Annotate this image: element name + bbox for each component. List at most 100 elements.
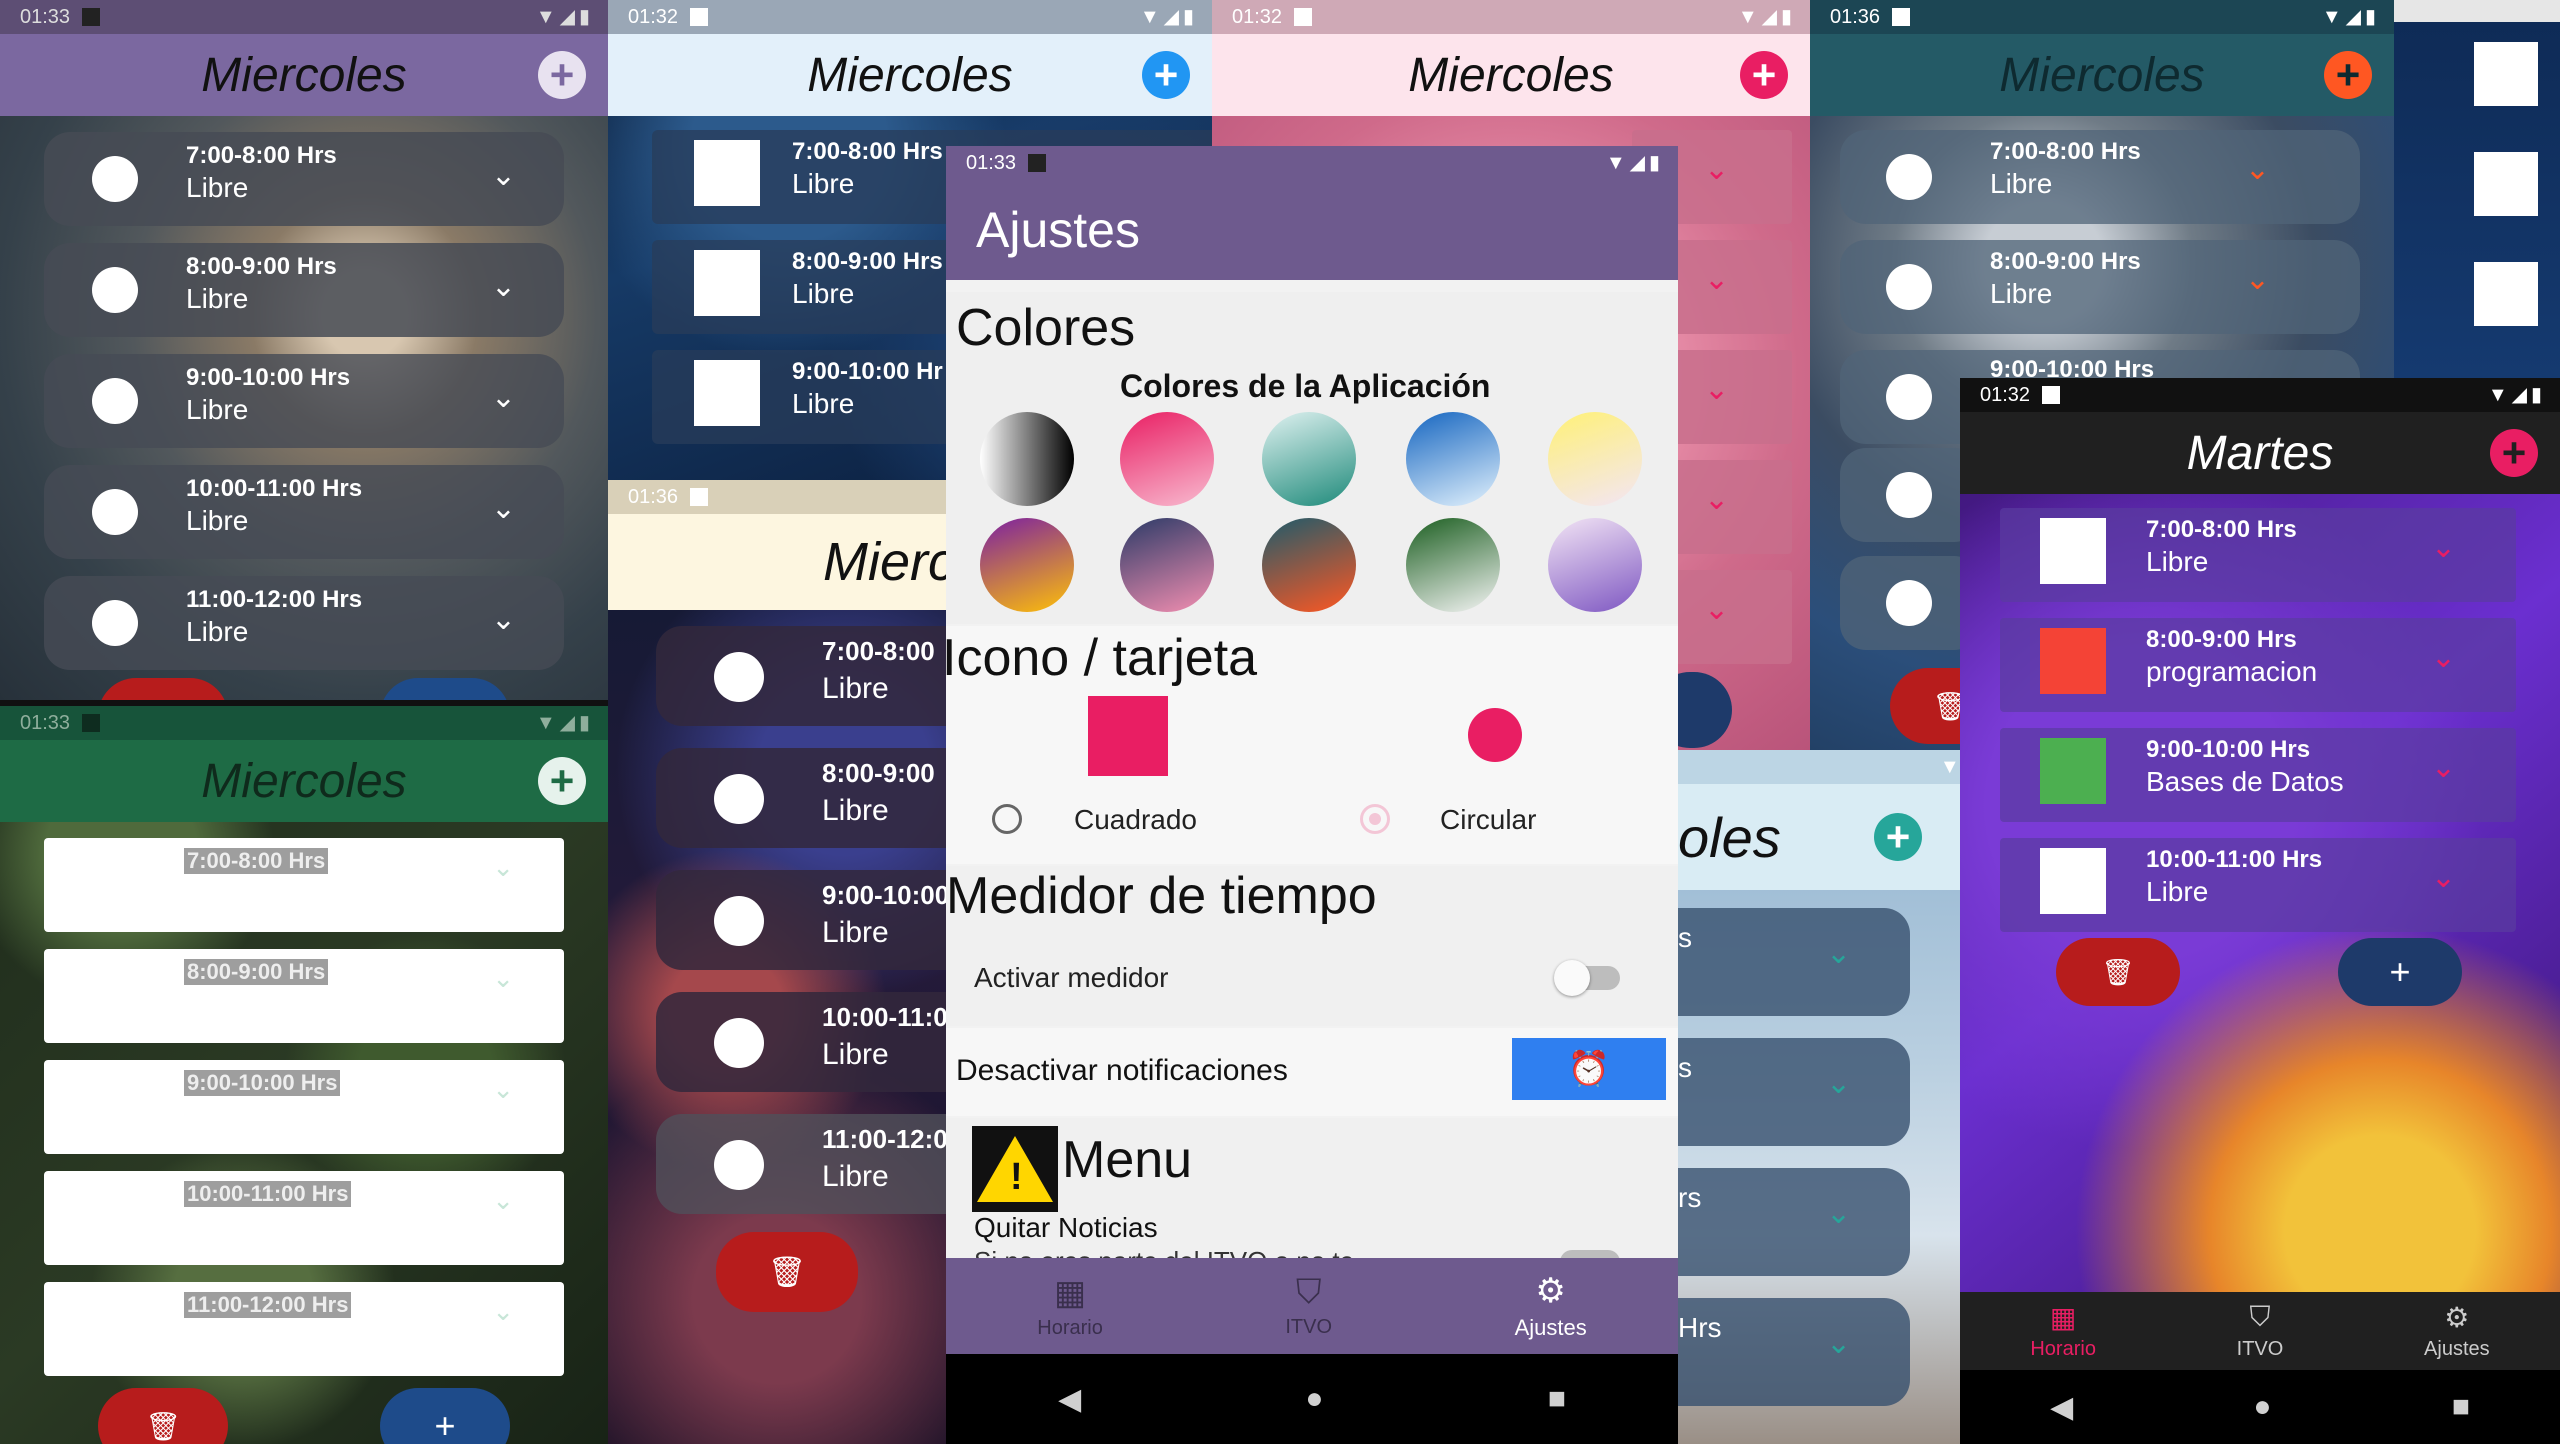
recents-icon[interactable]: ■: [1548, 1382, 1566, 1416]
schedule-card[interactable]: 8:00-9:00 Hrs Libre ⌄: [1840, 240, 2360, 334]
color-swatch-3[interactable]: [1262, 412, 1356, 506]
color-swatch-1[interactable]: [980, 412, 1074, 506]
schedule-card[interactable]: 7:00-8:00 Hrs ⌄: [44, 838, 564, 932]
nav-horario[interactable]: ▦ Horario: [1037, 1273, 1103, 1340]
color-swatch-2[interactable]: [1120, 412, 1214, 506]
check-circle[interactable]: [1886, 374, 1932, 420]
chevron-down-icon[interactable]: ⌄: [492, 852, 514, 883]
color-swatch-4[interactable]: [1406, 412, 1500, 506]
chevron-down-icon[interactable]: ⌄: [491, 380, 516, 415]
chevron-down-icon[interactable]: ⌄: [1826, 1066, 1851, 1101]
disable-notifications-button[interactable]: ⏰: [1512, 1038, 1666, 1100]
schedule-card[interactable]: 7:00-8:00 Hrs Libre ⌄: [44, 132, 564, 226]
chevron-down-icon[interactable]: ⌄: [1704, 152, 1729, 187]
color-swatch-5[interactable]: [1548, 412, 1642, 506]
schedule-card[interactable]: 11:00-12:00 Hrs ⌄: [44, 1282, 564, 1376]
check-circle[interactable]: [1886, 472, 1932, 518]
color-swatch-10[interactable]: [1548, 518, 1642, 612]
schedule-card[interactable]: 10:00-11:00 Hrs ⌄: [44, 1171, 564, 1265]
color-swatch-8[interactable]: [1262, 518, 1356, 612]
nav-itvo[interactable]: ⛉ ITVO: [1285, 1273, 1332, 1339]
recents-icon[interactable]: ■: [2452, 1390, 2470, 1424]
chevron-down-icon[interactable]: ⌄: [2431, 860, 2456, 895]
schedule-card[interactable]: rs ⌄: [1678, 1168, 1910, 1276]
check-square[interactable]: [2474, 42, 2538, 106]
delete-button[interactable]: 🗑: [716, 1232, 858, 1312]
delete-button[interactable]: [98, 678, 228, 700]
check-circle[interactable]: [1886, 154, 1932, 200]
chevron-down-icon[interactable]: ⌄: [2245, 262, 2270, 297]
chevron-down-icon[interactable]: ⌄: [492, 1296, 514, 1327]
delete-button[interactable]: 🗑: [2056, 938, 2180, 1006]
schedule-card[interactable]: 7:00-8:00 Hrs Libre ⌄: [2000, 508, 2516, 602]
schedule-card[interactable]: 8:00-9:00 Libre: [656, 748, 946, 848]
check-circle[interactable]: [1886, 580, 1932, 626]
schedule-card[interactable]: Hrs ⌄: [1678, 1298, 1910, 1406]
nav-ajustes[interactable]: ⚙ Ajustes: [1515, 1271, 1587, 1341]
chevron-down-icon[interactable]: ⌄: [2245, 152, 2270, 187]
chevron-down-icon[interactable]: ⌄: [1826, 936, 1851, 971]
schedule-card[interactable]: 8:00-9:00 Hrs ⌄: [44, 949, 564, 1043]
schedule-card[interactable]: s ⌄: [1678, 1038, 1910, 1146]
add-button[interactable]: +: [538, 51, 586, 99]
nav-horario[interactable]: ▦ Horario: [2030, 1301, 2096, 1361]
chevron-down-icon[interactable]: ⌄: [491, 491, 516, 526]
color-swatch-6[interactable]: [980, 518, 1074, 612]
check-circle[interactable]: [714, 1140, 764, 1190]
add-button[interactable]: +: [538, 757, 586, 805]
chevron-down-icon[interactable]: ⌄: [1826, 1196, 1851, 1231]
check-circle[interactable]: [92, 267, 138, 313]
schedule-card[interactable]: [1840, 448, 1980, 542]
check-circle[interactable]: [714, 896, 764, 946]
delete-button[interactable]: 🗑: [98, 1388, 228, 1444]
remove-news-toggle[interactable]: [1560, 1250, 1620, 1258]
add-button[interactable]: +: [2490, 429, 2538, 477]
schedule-card[interactable]: 11:00-12:00 Hrs Libre ⌄: [44, 576, 564, 670]
add-button[interactable]: +: [2324, 51, 2372, 99]
timer-toggle[interactable]: [1554, 960, 1620, 996]
color-square[interactable]: [2040, 738, 2106, 804]
chevron-down-icon[interactable]: ⌄: [1704, 592, 1729, 627]
chevron-down-icon[interactable]: ⌄: [1826, 1326, 1851, 1361]
color-square[interactable]: [2040, 848, 2106, 914]
chevron-down-icon[interactable]: ⌄: [1704, 372, 1729, 407]
schedule-card[interactable]: 9:00-10:00 Hrs Libre ⌄: [44, 354, 564, 448]
nav-itvo[interactable]: ⛉ ITVO: [2237, 1301, 2284, 1361]
add-button[interactable]: +: [1874, 813, 1922, 861]
radio-circle[interactable]: [1360, 804, 1390, 834]
schedule-card[interactable]: 10:00-11:0 Libre: [656, 992, 946, 1092]
schedule-card[interactable]: 8:00-9:00 Hrs Libre ⌄: [44, 243, 564, 337]
color-swatch-7[interactable]: [1120, 518, 1214, 612]
schedule-card[interactable]: s ⌄: [1678, 908, 1910, 1016]
chevron-down-icon[interactable]: ⌄: [2431, 750, 2456, 785]
chevron-down-icon[interactable]: ⌄: [491, 269, 516, 304]
check-circle[interactable]: [1886, 264, 1932, 310]
check-circle[interactable]: [92, 489, 138, 535]
check-square[interactable]: [694, 140, 760, 206]
schedule-card[interactable]: 9:00-10:00 Hrs Bases de Datos ⌄: [2000, 728, 2516, 822]
check-circle[interactable]: [714, 774, 764, 824]
chevron-down-icon[interactable]: ⌄: [492, 1074, 514, 1105]
add-slot-button[interactable]: +: [2338, 938, 2462, 1006]
schedule-card[interactable]: 10:00-11:00 Hrs Libre ⌄: [2000, 838, 2516, 932]
nav-ajustes[interactable]: ⚙ Ajustes: [2424, 1301, 2490, 1361]
check-square[interactable]: [2474, 152, 2538, 216]
chevron-down-icon[interactable]: ⌄: [1704, 262, 1729, 297]
schedule-card[interactable]: 9:00-10:00 Libre: [656, 870, 946, 970]
add-button[interactable]: +: [1142, 51, 1190, 99]
chevron-down-icon[interactable]: ⌄: [2431, 640, 2456, 675]
check-square[interactable]: [694, 360, 760, 426]
home-icon[interactable]: ●: [2253, 1390, 2271, 1424]
check-square[interactable]: [694, 250, 760, 316]
chevron-down-icon[interactable]: ⌄: [492, 1185, 514, 1216]
check-circle[interactable]: [714, 652, 764, 702]
back-icon[interactable]: ◀: [2050, 1390, 2073, 1425]
check-square[interactable]: [2474, 262, 2538, 326]
back-icon[interactable]: ◀: [1058, 1382, 1081, 1417]
check-circle[interactable]: [92, 156, 138, 202]
chevron-down-icon[interactable]: ⌄: [491, 602, 516, 637]
radio-square[interactable]: [992, 804, 1022, 834]
chevron-down-icon[interactable]: ⌄: [2431, 530, 2456, 565]
check-circle[interactable]: [714, 1018, 764, 1068]
check-circle[interactable]: [92, 378, 138, 424]
